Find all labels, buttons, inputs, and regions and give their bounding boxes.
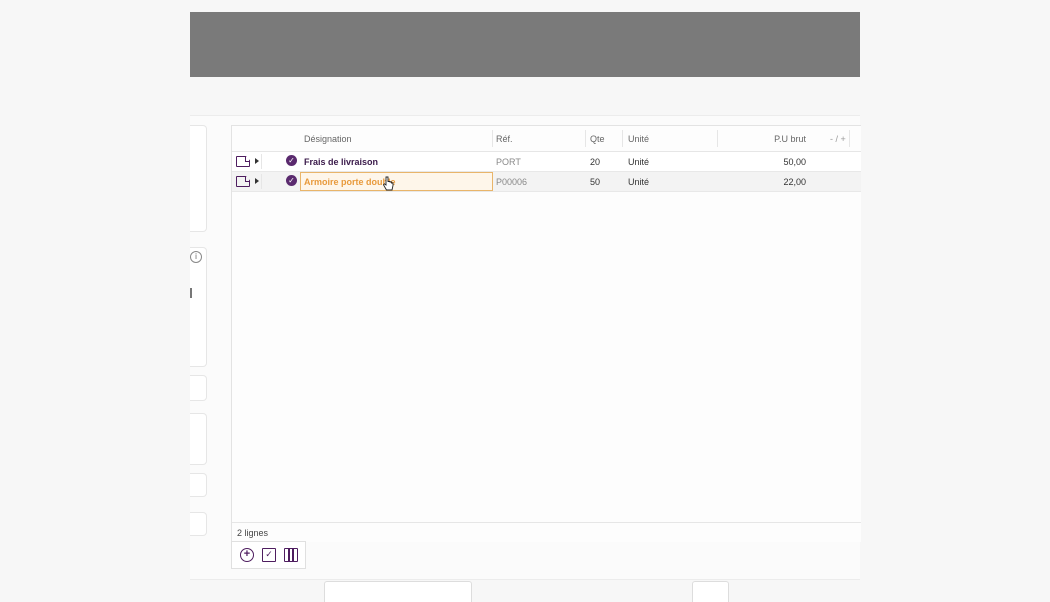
expand-arrow-icon[interactable]: [255, 158, 259, 164]
cell-unite[interactable]: Unité: [628, 157, 649, 167]
side-panel-4: [190, 413, 207, 465]
side-panel-5: [190, 473, 207, 497]
col-header-ref[interactable]: Réf.: [496, 134, 513, 144]
top-banner: [190, 12, 860, 77]
document-icon[interactable]: [236, 176, 250, 187]
grid-toolbar: + ✓: [231, 541, 306, 569]
col-separator[interactable]: [622, 130, 623, 147]
check-circle-icon[interactable]: ✓: [286, 155, 297, 166]
cell-pu-brut[interactable]: 22,00: [752, 177, 806, 187]
col-separator[interactable]: [492, 130, 493, 147]
side-panel-6: [190, 512, 207, 536]
expand-arrow-icon[interactable]: [255, 178, 259, 184]
col-separator[interactable]: [585, 130, 586, 147]
lines-grid: Désignation Réf. Qte Unité P.U brut - / …: [231, 125, 861, 542]
cell-pu-brut[interactable]: 50,00: [752, 157, 806, 167]
row-count-bar: 2 lignes: [232, 522, 861, 542]
row-separator: [261, 154, 262, 169]
document-icon[interactable]: [236, 156, 250, 167]
col-separator[interactable]: [849, 130, 850, 147]
bottom-field[interactable]: [324, 581, 472, 602]
row-count-label: 2 lignes: [237, 528, 269, 538]
table-row[interactable]: ✓ Armoire porte double P00006 50 Unité 2…: [232, 172, 861, 192]
info-icon[interactable]: i: [190, 251, 202, 263]
cell-qte[interactable]: 50: [590, 177, 600, 187]
col-header-pu-brut[interactable]: P.U brut: [752, 134, 806, 144]
bottom-button[interactable]: [692, 581, 729, 602]
cell-ref[interactable]: P00006: [496, 177, 527, 187]
cell-qte[interactable]: 20: [590, 157, 600, 167]
col-header-designation[interactable]: Désignation: [304, 134, 352, 144]
row-separator: [261, 174, 262, 189]
columns-icon[interactable]: [284, 548, 298, 562]
side-panel-2: [190, 247, 207, 367]
col-separator[interactable]: [717, 130, 718, 147]
checkbox-icon[interactable]: ✓: [262, 548, 276, 562]
col-header-unite[interactable]: Unité: [628, 134, 649, 144]
table-row[interactable]: ✓ Frais de livraison PORT 20 Unité 50,00: [232, 152, 861, 172]
hand-pointer-icon: [382, 176, 394, 191]
side-panel-1: [190, 125, 207, 232]
cell-ref[interactable]: PORT: [496, 157, 521, 167]
check-circle-icon[interactable]: ✓: [286, 175, 297, 186]
side-marker: [190, 288, 192, 298]
cell-unite[interactable]: Unité: [628, 177, 649, 187]
grid-header: Désignation Réf. Qte Unité P.U brut - / …: [232, 126, 861, 152]
cell-designation[interactable]: Frais de livraison: [304, 157, 378, 167]
col-header-toggle[interactable]: - / +: [830, 134, 846, 144]
side-panel-3: [190, 375, 207, 401]
col-header-qte[interactable]: Qte: [590, 134, 605, 144]
plus-circle-icon[interactable]: +: [240, 548, 254, 562]
